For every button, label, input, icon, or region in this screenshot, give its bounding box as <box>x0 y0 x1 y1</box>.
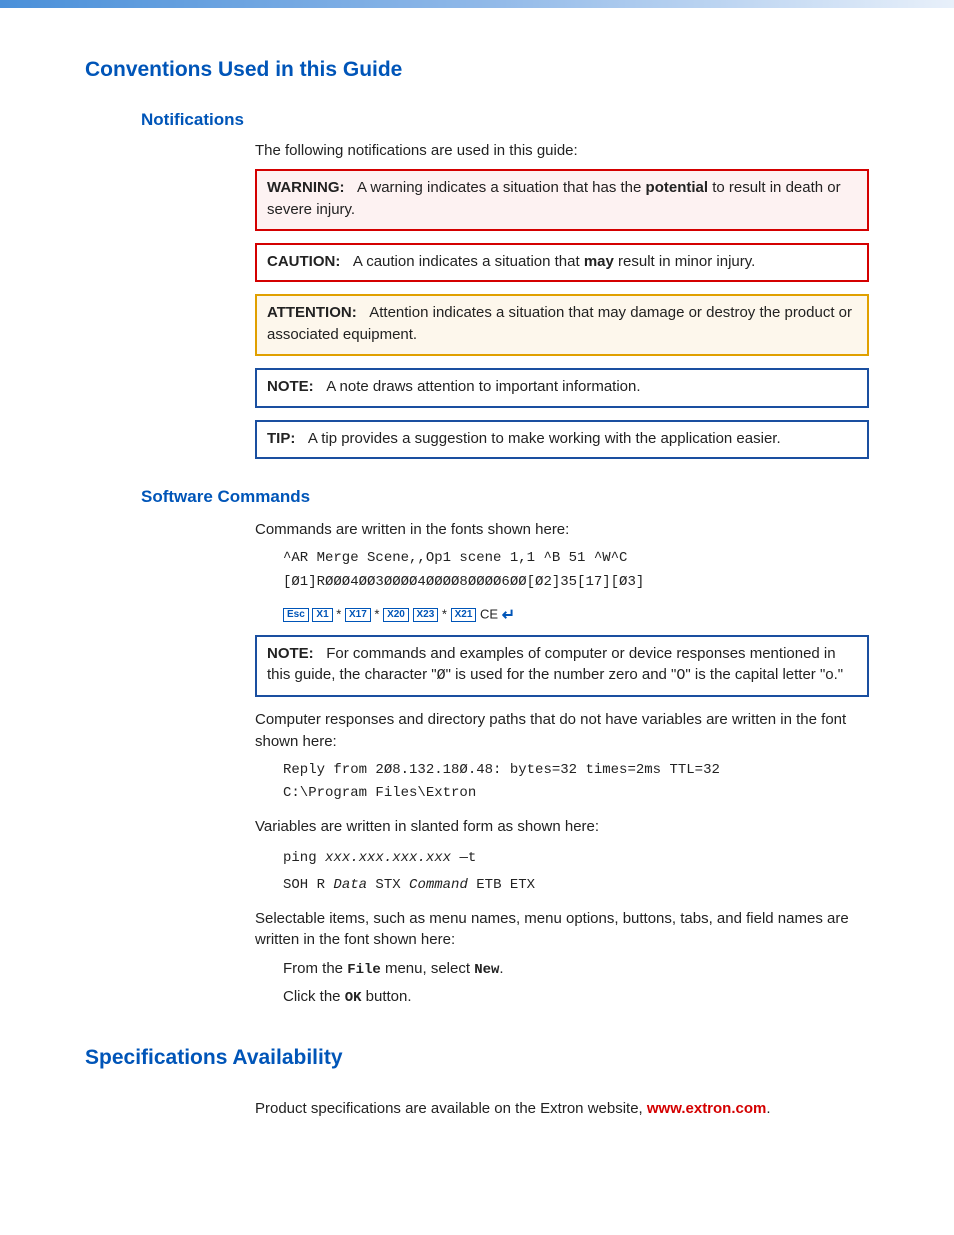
heading-conventions: Conventions Used in this Guide <box>85 58 869 82</box>
attention-callout: ATTENTION: Attention indicates a situati… <box>255 294 869 356</box>
from-the: From the <box>283 960 347 977</box>
note-callout: NOTE: A note draws attention to importan… <box>255 368 869 408</box>
caution-callout: CAUTION: A caution indicates a situation… <box>255 243 869 283</box>
enter-arrow-icon: ↵ <box>502 607 515 624</box>
x1-key: X1 <box>312 608 332 622</box>
stx: STX <box>367 877 409 893</box>
heading-software-commands: Software Commands <box>141 487 869 507</box>
command-var: Command <box>409 877 468 893</box>
heading-notifications: Notifications <box>141 110 869 130</box>
note2-zero: Ø <box>437 667 446 684</box>
tip-callout: TIP: A tip provides a suggestion to make… <box>255 420 869 460</box>
caution-text-2: result in minor injury. <box>614 253 755 270</box>
button-period: button. <box>362 988 412 1005</box>
esc-key: Esc <box>283 608 309 622</box>
star-1: * <box>336 606 341 621</box>
software-intro: Commands are written in the fonts shown … <box>255 519 869 541</box>
warning-label: WARNING: <box>267 179 345 196</box>
file-menu-example: From the File menu, select New. <box>283 957 869 981</box>
file-menu: File <box>347 962 381 978</box>
top-gradient-bar <box>0 0 954 8</box>
note-label: NOTE: <box>267 378 314 395</box>
specs-text: Product specifications are available on … <box>255 1100 647 1117</box>
response-example-block: Reply from 2Ø8.132.18Ø.48: bytes=32 time… <box>283 759 869 807</box>
x21-key: X21 <box>451 608 477 622</box>
note-text: A note draws attention to important info… <box>326 378 640 395</box>
command-example-block: ^AR Merge Scene,,Op1 scene 1,1 ^B 51 ^W^… <box>283 547 869 595</box>
resp-line-1: Reply from 2Ø8.132.18Ø.48: bytes=32 time… <box>283 759 869 783</box>
click-the: Click the <box>283 988 345 1005</box>
note2-label: NOTE: <box>267 645 314 662</box>
variables-intro: Variables are written in slanted form as… <box>255 816 869 838</box>
response-intro: Computer responses and directory paths t… <box>255 709 869 753</box>
star-2: * <box>374 606 379 621</box>
caution-text-1: A caution indicates a situation that <box>353 253 584 270</box>
extron-link[interactable]: www.extron.com <box>647 1100 766 1117</box>
ok-button-example: Click the OK button. <box>283 985 869 1009</box>
caution-label: CAUTION: <box>267 253 340 270</box>
soh-1: SOH R <box>283 877 333 893</box>
ping-var: xxx.xxx.xxx.xxx <box>325 850 451 866</box>
heading-specifications: Specifications Availability <box>85 1046 869 1070</box>
warning-text-1: A warning indicates a situation that has… <box>357 179 646 196</box>
x23-key: X23 <box>413 608 439 622</box>
etb: ETB ETX <box>468 877 535 893</box>
resp-line-2: C:\Program Files\Extron <box>283 782 869 806</box>
x20-key: X20 <box>383 608 409 622</box>
ping-cmd: ping <box>283 850 325 866</box>
star-3: * <box>442 606 447 621</box>
esc-command-line: Esc X1 * X17 * X20 X23 * X21 CE ↵ <box>283 605 869 625</box>
specs-paragraph: Product specifications are available on … <box>255 1098 869 1120</box>
warning-bold: potential <box>646 179 709 196</box>
note2-callout: NOTE: For commands and examples of compu… <box>255 635 869 698</box>
period-1: . <box>499 960 503 977</box>
note2-text-2: " is used for the number zero and " <box>446 666 677 683</box>
ce-text: CE <box>480 606 498 621</box>
variables-example-block: ping xxx.xxx.xxx.xxx —t SOH R Data STX C… <box>283 844 869 898</box>
menu-select: menu, select <box>381 960 474 977</box>
x17-key: X17 <box>345 608 371 622</box>
tip-text: A tip provides a suggestion to make work… <box>308 430 781 447</box>
data-var: Data <box>333 877 367 893</box>
specs-period: . <box>766 1100 770 1117</box>
page-content: Conventions Used in this Guide Notificat… <box>0 8 954 1166</box>
cmd-line-2: [Ø1]RØØØ4ØØ3ØØØØ4ØØØØ8ØØØØ6ØØ[Ø2]35[17][… <box>283 571 869 595</box>
new-item: New <box>474 962 499 978</box>
caution-bold: may <box>584 253 614 270</box>
ping-t: —t <box>451 850 476 866</box>
ok-button-text: OK <box>345 990 362 1006</box>
tip-label: TIP: <box>267 430 295 447</box>
note2-text-3: " is the capital letter "o." <box>685 666 843 683</box>
cmd-line-1: ^AR Merge Scene,,Op1 scene 1,1 ^B 51 ^W^… <box>283 547 869 571</box>
warning-callout: WARNING: A warning indicates a situation… <box>255 169 869 231</box>
attention-label: ATTENTION: <box>267 304 357 321</box>
notifications-intro: The following notifications are used in … <box>255 142 869 159</box>
selectable-intro: Selectable items, such as menu names, me… <box>255 908 869 952</box>
